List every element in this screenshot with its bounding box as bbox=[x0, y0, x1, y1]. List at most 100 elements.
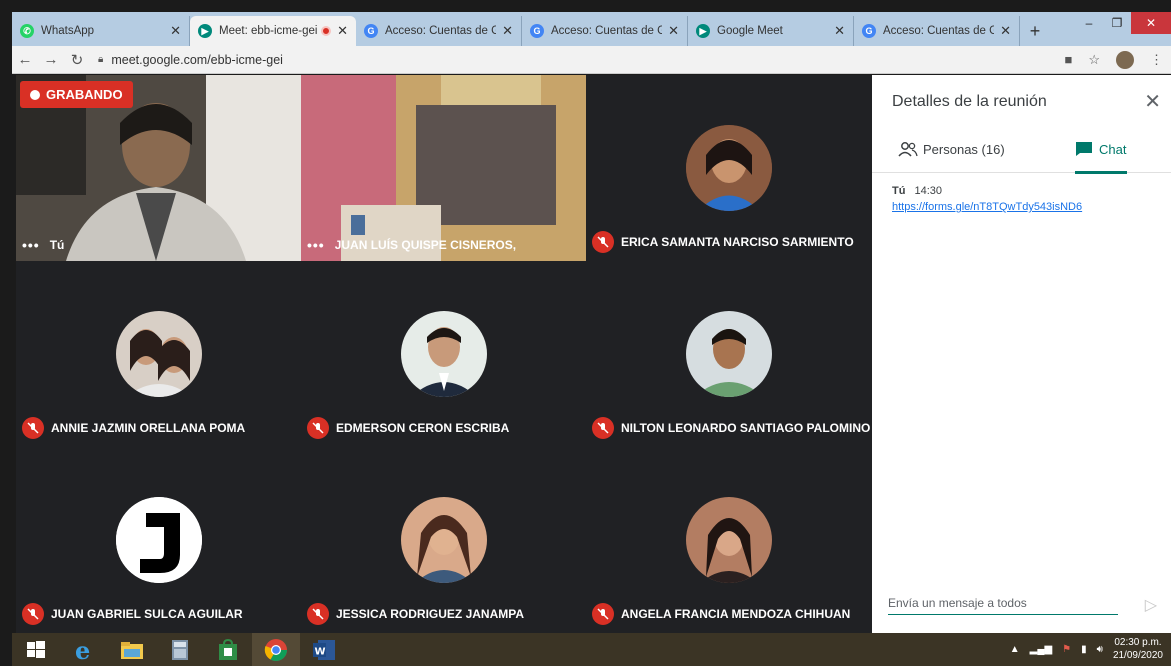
recording-label: GRABANDO bbox=[46, 87, 123, 102]
window-close-button[interactable]: ✕ bbox=[1131, 12, 1171, 34]
participant-tile-annie[interactable]: ANNIE JAZMIN ORELLANA POMA bbox=[16, 261, 301, 447]
participant-avatar bbox=[686, 311, 772, 397]
address-bar: ← → ↻ 🔒︎ meet.google.com/ebb-icme-gei ■ … bbox=[12, 46, 1171, 74]
reload-icon[interactable]: ↻ bbox=[64, 51, 90, 69]
record-dot-icon bbox=[30, 89, 40, 100]
message-meta: Tú 14:30 bbox=[892, 185, 1082, 197]
tab-meet-active[interactable]: ▶ Meet: ebb-icme-gei ✕ bbox=[190, 16, 356, 46]
mic-off-icon bbox=[592, 231, 614, 253]
menu-kebab-icon[interactable]: ⋮ bbox=[1150, 52, 1163, 68]
send-icon[interactable]: ▷ bbox=[1145, 595, 1157, 615]
participant-tile-jessica[interactable]: JESSICA RODRIGUEZ JANAMPA bbox=[301, 447, 586, 633]
profile-avatar[interactable] bbox=[1116, 50, 1134, 69]
window-controls: – ❐ ✕ bbox=[1075, 12, 1171, 34]
clock-time: 02:30 p.m. bbox=[1114, 637, 1162, 648]
participant-tile-nilton[interactable]: NILTON LEONARDO SANTIAGO PALOMINO bbox=[586, 261, 872, 447]
participant-tile-edmerson[interactable]: EDMERSON CERON ESCRIBA bbox=[301, 261, 586, 447]
tab-whatsapp[interactable]: ✆ WhatsApp ✕ bbox=[12, 16, 190, 46]
panel-tabs: Personas (16) Chat bbox=[872, 133, 1171, 174]
network-signal-icon[interactable]: ▂▄▆ bbox=[1030, 644, 1052, 655]
avatar-photo bbox=[686, 125, 772, 211]
mic-off-icon bbox=[307, 417, 329, 439]
close-tab-icon[interactable]: ✕ bbox=[668, 23, 679, 39]
participant-tile-self[interactable]: GRABANDO ••• Tú bbox=[16, 75, 301, 261]
chrome-icon[interactable] bbox=[252, 633, 300, 666]
url-text: meet.google.com/ebb-icme-gei bbox=[111, 52, 283, 67]
mic-off-icon bbox=[22, 417, 44, 439]
clock-date: 21/09/2020 bbox=[1112, 650, 1163, 661]
participant-tile-juan-gabriel[interactable]: JUAN GABRIEL SULCA AGUILAR bbox=[16, 447, 301, 633]
close-panel-icon[interactable]: ✕ bbox=[1144, 89, 1161, 114]
battery-icon[interactable]: ▮ bbox=[1081, 644, 1087, 655]
windows-start-icon[interactable] bbox=[12, 633, 60, 666]
participant-name-row: JESSICA RODRIGUEZ JANAMPA bbox=[307, 603, 524, 625]
tab-label: WhatsApp bbox=[41, 25, 95, 37]
participant-avatar bbox=[400, 311, 487, 397]
word-icon[interactable]: W bbox=[300, 633, 348, 666]
volume-icon[interactable]: 🔊︎ bbox=[1097, 644, 1103, 655]
close-tab-icon[interactable]: ✕ bbox=[834, 23, 845, 39]
tab-label: Meet: ebb-icme-gei bbox=[219, 25, 318, 37]
participant-tile-erica[interactable]: ERICA SAMANTA NARCISO SARMIENTO bbox=[586, 75, 872, 261]
participant-name: JUAN GABRIEL SULCA AGUILAR bbox=[51, 607, 243, 621]
participant-tile-juan-luis[interactable]: ••• JUAN LUÍS QUISPE CISNEROS, bbox=[301, 75, 586, 261]
forward-icon[interactable]: → bbox=[38, 51, 64, 68]
browser-tab-strip: ✆ WhatsApp ✕ ▶ Meet: ebb-icme-gei ✕ G Ac… bbox=[12, 12, 1171, 46]
avatar-photo bbox=[400, 311, 487, 397]
participant-video-feed bbox=[301, 75, 586, 261]
participant-name-row: ANGELA FRANCIA MENDOZA CHIHUAN bbox=[592, 603, 850, 625]
participant-name-row: ••• Tú bbox=[22, 237, 64, 253]
tab-google-account-1[interactable]: G Acceso: Cuentas de Goo ✕ bbox=[356, 16, 522, 46]
chat-message-input[interactable]: Envía un mensaje a todos bbox=[888, 592, 1118, 615]
people-tab-label: Personas (16) bbox=[923, 141, 1005, 157]
people-icon bbox=[898, 142, 918, 157]
url-field[interactable]: 🔒︎ meet.google.com/ebb-icme-gei bbox=[98, 53, 283, 67]
bookmark-star-icon[interactable]: ☆ bbox=[1088, 52, 1100, 68]
flag-notification-icon[interactable]: ⚑ bbox=[1062, 644, 1071, 655]
tab-google-meet[interactable]: ▶ Google Meet ✕ bbox=[688, 16, 854, 46]
participant-name: JUAN LUÍS QUISPE CISNEROS, bbox=[334, 238, 517, 252]
maximize-button[interactable]: ❐ bbox=[1103, 12, 1131, 34]
meet-icon: ▶ bbox=[696, 24, 710, 38]
tab-people[interactable]: Personas (16) bbox=[898, 141, 1005, 157]
participant-name: ERICA SAMANTA NARCISO SARMIENTO bbox=[621, 235, 854, 249]
recording-badge: GRABANDO bbox=[20, 81, 133, 108]
store-icon[interactable] bbox=[204, 633, 252, 666]
internet-explorer-icon[interactable]: e bbox=[60, 633, 108, 666]
participant-avatar bbox=[115, 311, 202, 397]
svg-text:W: W bbox=[315, 646, 326, 657]
tray-expand-icon[interactable]: ▲ bbox=[1010, 644, 1020, 655]
camera-icon[interactable]: ■ bbox=[1064, 52, 1072, 67]
close-tab-icon[interactable]: ✕ bbox=[337, 23, 348, 39]
participant-tile-angela[interactable]: ANGELA FRANCIA MENDOZA CHIHUAN bbox=[586, 447, 872, 633]
participant-name: ANNIE JAZMIN ORELLANA POMA bbox=[51, 421, 246, 435]
calculator-icon[interactable] bbox=[156, 633, 204, 666]
participant-name-row: JUAN GABRIEL SULCA AGUILAR bbox=[22, 603, 243, 625]
tab-chat[interactable]: Chat bbox=[1075, 141, 1126, 157]
meet-icon: ▶ bbox=[198, 24, 212, 38]
message-author: Tú bbox=[892, 185, 906, 197]
file-explorer-icon[interactable] bbox=[108, 633, 156, 666]
tab-label: Acceso: Cuentas de Goo bbox=[551, 25, 663, 37]
taskbar-clock[interactable]: 02:30 p.m. 21/09/2020 bbox=[1113, 636, 1163, 662]
close-tab-icon[interactable]: ✕ bbox=[502, 23, 513, 39]
tab-google-account-3[interactable]: G Acceso: Cuentas de Goo ✕ bbox=[854, 16, 1020, 46]
google-icon: G bbox=[862, 24, 876, 38]
participant-avatar bbox=[400, 497, 487, 583]
message-link[interactable]: https://forms.gle/nT8TQwTdy543isND6 bbox=[892, 201, 1082, 213]
back-icon[interactable]: ← bbox=[12, 51, 38, 68]
participant-name: NILTON LEONARDO SANTIAGO PALOMINO bbox=[621, 421, 871, 435]
participant-name: JESSICA RODRIGUEZ JANAMPA bbox=[336, 607, 525, 621]
system-tray: ▲ ▂▄▆ ⚑ ▮ 🔊︎ 02:30 p.m. 21/09/2020 bbox=[1010, 636, 1163, 662]
panel-title: Detalles de la reunión bbox=[892, 93, 1047, 110]
close-tab-icon[interactable]: ✕ bbox=[1000, 23, 1011, 39]
close-tab-icon[interactable]: ✕ bbox=[170, 23, 181, 39]
participant-name-row: ••• JUAN LUÍS QUISPE CISNEROS, bbox=[307, 237, 516, 253]
mic-off-icon bbox=[592, 603, 614, 625]
new-tab-button[interactable]: + bbox=[1020, 16, 1050, 46]
participant-name: EDMERSON CERON ESCRIBA bbox=[336, 421, 510, 435]
chat-tab-label: Chat bbox=[1099, 141, 1127, 157]
minimize-button[interactable]: – bbox=[1075, 12, 1103, 34]
tab-google-account-2[interactable]: G Acceso: Cuentas de Goo ✕ bbox=[522, 16, 688, 46]
mic-off-icon bbox=[592, 417, 614, 439]
